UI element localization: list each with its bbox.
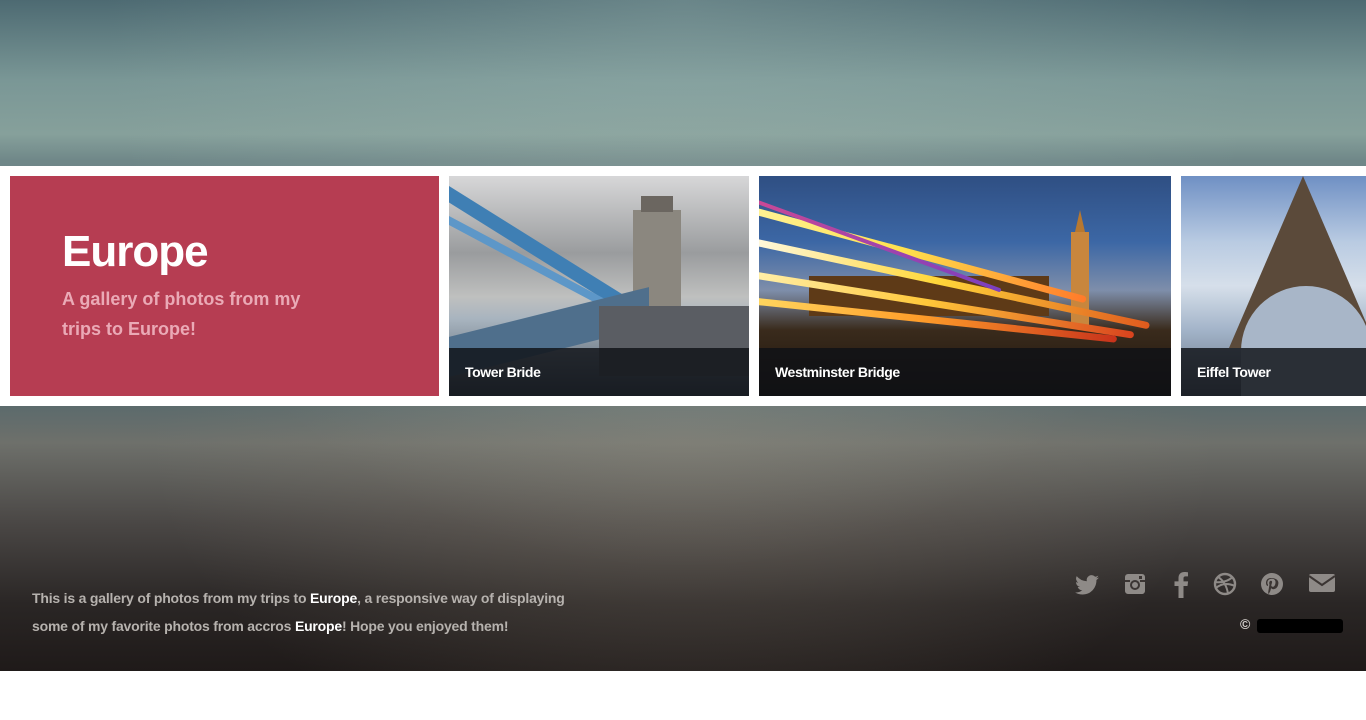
- photo-tile-tower-bridge[interactable]: Tower Bride: [449, 176, 749, 396]
- footer-bold-europe: Europe: [294, 618, 342, 634]
- photo-caption: Westminster Bridge: [759, 348, 1171, 396]
- twitter-icon[interactable]: [1074, 572, 1102, 600]
- photo-tile-westminster-bridge[interactable]: Westminster Bridge: [759, 176, 1171, 396]
- footer-description: This is a gallery of photos from my trip…: [32, 584, 592, 640]
- pinterest-icon[interactable]: [1260, 572, 1288, 600]
- footer-text-part: ! Hope you enjoyed them!: [341, 618, 509, 634]
- gallery-intro-card: Europe A gallery of photos from my trips…: [10, 176, 439, 396]
- photo-caption: Eiffel Tower: [1181, 348, 1366, 396]
- footer-text-part: This is a gallery of photos from my trip…: [32, 590, 311, 606]
- gallery-title: Europe: [62, 227, 209, 276]
- redacted-name: [1257, 619, 1343, 633]
- facebook-icon[interactable]: [1170, 572, 1198, 600]
- photo-tile-eiffel-tower[interactable]: Eiffel Tower: [1181, 176, 1366, 396]
- gallery-subtitle: A gallery of photos from my trips to Eur…: [62, 289, 301, 339]
- email-icon[interactable]: [1308, 572, 1337, 600]
- footer-bold-europe: Europe: [310, 590, 358, 606]
- copyright-symbol: ©: [1240, 616, 1251, 632]
- photo-caption: Tower Bride: [449, 348, 749, 396]
- social-links: [1072, 572, 1342, 602]
- instagram-icon[interactable]: [1123, 572, 1151, 600]
- dribbble-icon[interactable]: [1213, 572, 1241, 600]
